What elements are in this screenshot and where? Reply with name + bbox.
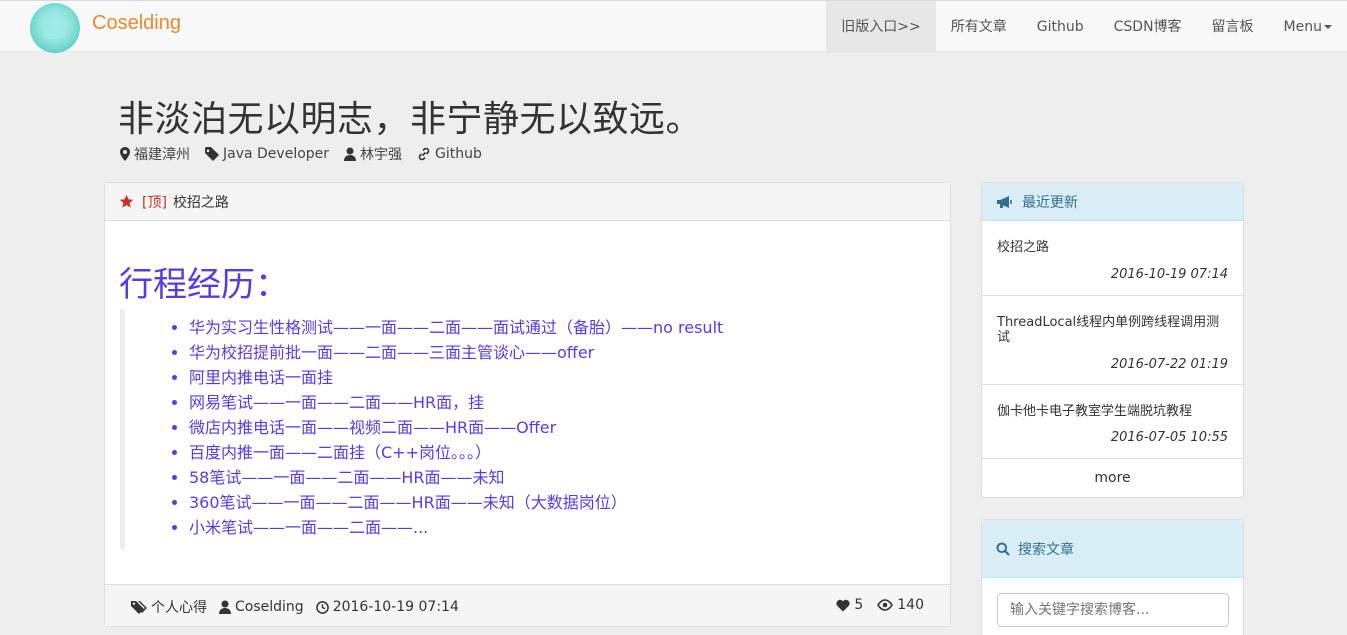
list-item: 阿里内推电话一面挂	[189, 365, 723, 390]
article-body: 行程经历： 华为实习生性格测试——一面——二面——面试通过（备胎）——no re…	[105, 221, 950, 585]
search-panel: 搜索文章	[981, 519, 1244, 635]
list-item: 华为校招提前批一面——二面——三面主管谈心——offer	[189, 340, 723, 365]
article-date: 2016-10-19 07:14	[315, 599, 459, 615]
recent-item-title[interactable]: ThreadLocal线程内单例跨线程调用测试	[997, 296, 1228, 345]
list-item: 58笔试——一面——二面——HR面——未知	[189, 465, 723, 490]
search-title: 搜索文章	[1018, 541, 1074, 558]
job-text: Java Developer	[223, 146, 330, 162]
link-icon	[418, 147, 430, 161]
recent-item[interactable]: 伽卡他卡电子教室学生端脱坑教程 2016-07-05 10:55	[982, 385, 1243, 459]
tag-icon	[205, 147, 219, 161]
recent-item-title[interactable]: 校招之路	[997, 221, 1228, 255]
experience-blockquote: 华为实习生性格测试——一面——二面——面试通过（备胎）——no result 华…	[120, 309, 940, 549]
list-item: 华为实习生性格测试——一面——二面——面试通过（备胎）——no result	[189, 315, 723, 340]
navbar: Coselding 旧版入口>> 所有文章 Github CSDN博客 留言板 …	[0, 0, 1347, 53]
like-count: 5	[854, 597, 864, 613]
tags-icon	[131, 601, 147, 614]
category-text[interactable]: 个人心得	[151, 597, 207, 617]
nav-github[interactable]: Github	[1022, 1, 1099, 53]
recent-item[interactable]: 校招之路 2016-10-19 07:14	[982, 221, 1243, 296]
list-item: 百度内推一面——二面挂（C++岗位。。。）	[189, 440, 723, 465]
pinned-tag: [顶]	[142, 194, 167, 211]
article-footer: 个人心得 Coselding 2016-10-19 07:14 5 140	[105, 584, 950, 626]
article-heading: 行程经历：	[119, 265, 289, 305]
article-panel: [顶] 校招之路 行程经历： 华为实习生性格测试——一面——二面——面试通过（备…	[104, 182, 951, 627]
search-input[interactable]	[997, 593, 1229, 627]
author-text: Coselding	[235, 599, 304, 615]
nav-csdn-blog[interactable]: CSDN博客	[1099, 1, 1197, 53]
recent-item[interactable]: ThreadLocal线程内单例跨线程调用测试 2016-07-22 01:19	[982, 296, 1243, 385]
search-header: 搜索文章	[982, 520, 1243, 578]
nav-all-articles[interactable]: 所有文章	[936, 1, 1022, 53]
experience-list: 华为实习生性格测试——一面——二面——面试通过（备胎）——no result 华…	[189, 315, 723, 540]
nav-old-entry[interactable]: 旧版入口>>	[826, 1, 936, 53]
user-icon	[219, 600, 231, 614]
article-author: Coselding	[219, 599, 304, 615]
caret-down-icon	[1324, 25, 1332, 29]
nav-menu-label: Menu	[1283, 19, 1322, 35]
like-button[interactable]: 5	[836, 597, 863, 613]
recent-item-date: 2016-07-22 01:19	[1110, 357, 1228, 372]
article-header: [顶] 校招之路	[105, 183, 950, 221]
name-text: 林宇强	[360, 147, 403, 163]
view-count: 140	[897, 597, 924, 613]
nav-menu: 旧版入口>> 所有文章 Github CSDN博客 留言板 Menu	[826, 1, 1347, 53]
search-icon	[996, 542, 1010, 556]
view-count-item: 140	[877, 597, 924, 613]
meta-job: Java Developer	[205, 144, 329, 164]
page-motto: 非淡泊无以明志，非宁静无以致远。	[118, 99, 703, 140]
meta-location: 福建漳州	[120, 144, 190, 164]
article-title[interactable]: 校招之路	[173, 192, 229, 212]
recent-header: 最近更新	[982, 183, 1243, 221]
profile-meta: 福建漳州 Java Developer 林宇强 Github	[120, 144, 497, 164]
user-icon	[344, 147, 357, 161]
nav-guestbook[interactable]: 留言板	[1197, 1, 1269, 53]
eye-icon	[877, 599, 894, 611]
meta-github-link[interactable]: Github	[417, 144, 482, 164]
recent-updates-panel: 最近更新 校招之路 2016-10-19 07:14 ThreadLocal线程…	[981, 182, 1244, 498]
date-text: 2016-10-19 07:14	[332, 599, 459, 615]
recent-title: 最近更新	[1022, 194, 1078, 211]
list-item: 微店内推电话一面——视频二面——HR面——Offer	[189, 415, 723, 440]
recent-item-date: 2016-07-05 10:55	[1110, 430, 1228, 445]
location-text: 福建漳州	[134, 147, 190, 163]
github-link-text[interactable]: Github	[435, 146, 482, 162]
clock-icon	[315, 600, 329, 614]
more-link[interactable]: more	[982, 459, 1243, 497]
meta-name: 林宇强	[344, 144, 402, 164]
map-marker-icon	[120, 147, 130, 161]
bullhorn-icon	[997, 195, 1012, 208]
article-category[interactable]: 个人心得	[131, 597, 207, 617]
list-item: 小米笔试——一面——二面——...	[189, 515, 723, 540]
list-item: 网易笔试——一面——二面——HR面，挂	[189, 390, 723, 415]
nav-menu-dropdown[interactable]: Menu	[1269, 1, 1347, 53]
recent-item-date: 2016-10-19 07:14	[1110, 267, 1228, 282]
heart-icon	[836, 599, 850, 611]
brand-name[interactable]: Coselding	[92, 12, 181, 35]
list-item: 360笔试——一面——二面——HR面——未知（大数据岗位）	[189, 490, 723, 515]
star-icon	[119, 194, 134, 208]
recent-item-title[interactable]: 伽卡他卡电子教室学生端脱坑教程	[997, 385, 1228, 419]
logo-avatar[interactable]	[30, 3, 80, 53]
